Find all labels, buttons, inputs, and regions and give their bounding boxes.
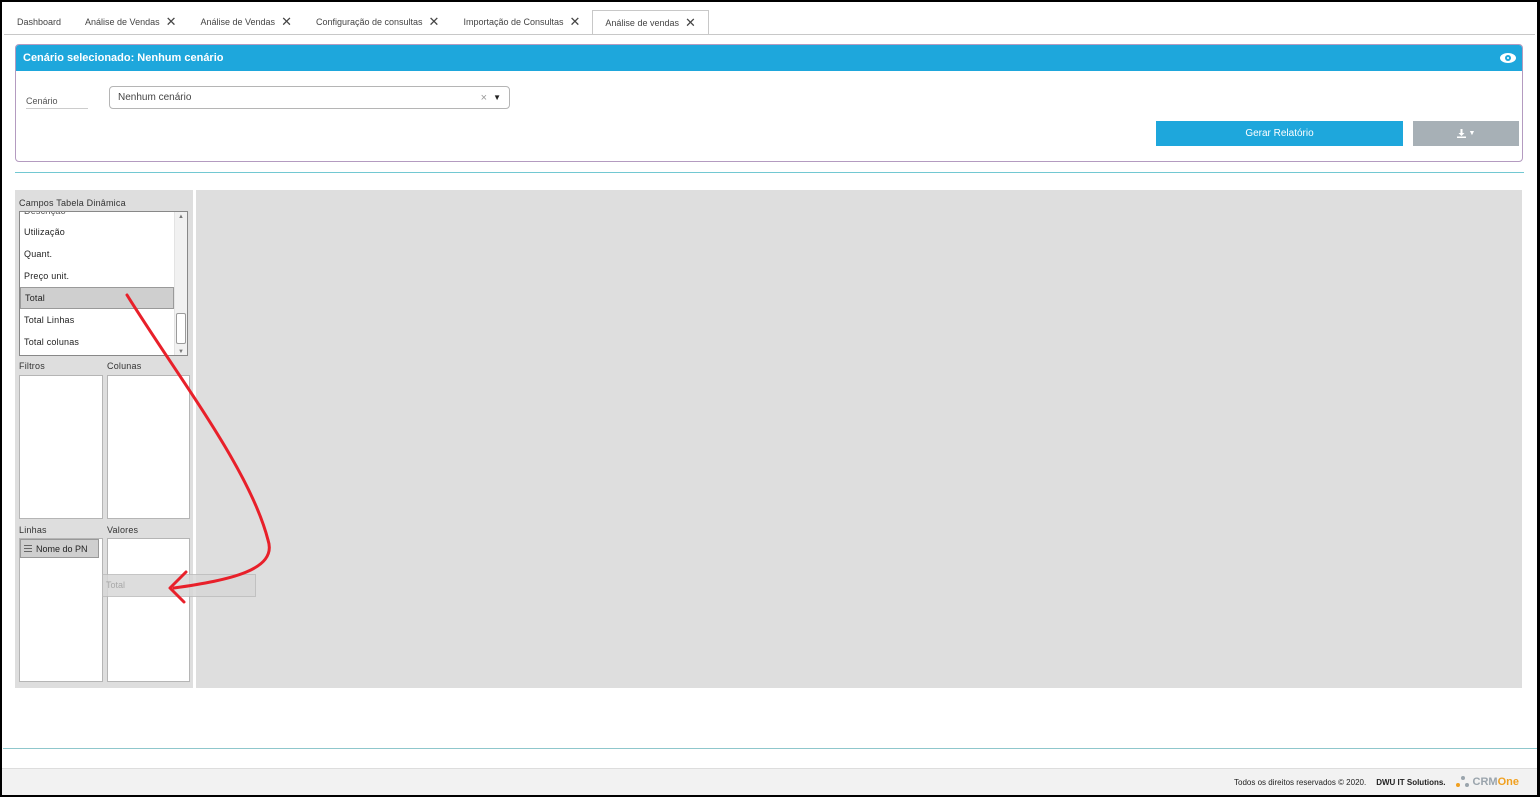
logo-text: CRM — [1472, 776, 1498, 788]
dragging-field-ghost[interactable]: Total — [102, 574, 256, 597]
footer-rights: Todos os direitos reservados © 2020. — [1234, 777, 1367, 787]
eye-icon[interactable] — [1500, 53, 1516, 63]
pivot-field-list[interactable]: Descrição Utilização Quant. Preço unit. … — [19, 211, 188, 356]
pivot-field-item[interactable]: Quant. — [20, 243, 174, 265]
tab-label: Análise de Vendas — [85, 16, 160, 27]
tab-label: Análise de vendas — [605, 17, 679, 28]
pivot-field-item[interactable]: Total Linhas — [20, 309, 174, 331]
columns-drop-zone[interactable] — [107, 375, 190, 519]
pivot-field-item[interactable]: Utilização — [20, 221, 174, 243]
generate-report-button[interactable]: Gerar Relatório — [1156, 121, 1403, 146]
footer: Todos os direitos reservados © 2020. DWU… — [2, 768, 1537, 795]
caret-down-icon[interactable]: ▼ — [493, 93, 501, 102]
values-zone-label: Valores — [107, 525, 139, 535]
pivot-field-panel: Campos Tabela Dinâmica Descrição Utiliza… — [15, 190, 193, 688]
clear-icon[interactable]: × — [481, 92, 487, 104]
close-icon[interactable]: ✕ — [166, 15, 177, 28]
tab-label: Configuração de consultas — [315, 16, 423, 27]
pivot-field-item[interactable]: Total colunas — [20, 331, 174, 353]
tab-label: Análise de Vendas — [200, 16, 276, 27]
pivot-fields-title: Campos Tabela Dinâmica — [19, 198, 126, 208]
scroll-up-icon[interactable]: ▲ — [178, 214, 184, 220]
scenario-panel-header: Cenário selecionado: Nenhum cenário — [16, 45, 1522, 71]
logo-text-accent: One — [1497, 776, 1519, 788]
scroll-down-icon[interactable]: ▼ — [178, 349, 184, 355]
pivot-table-area — [196, 190, 1522, 688]
tab-bar: Dashboard Análise de Vendas ✕ Análise de … — [5, 9, 709, 35]
filters-drop-zone[interactable] — [19, 375, 103, 519]
pivot-field-item-selected[interactable]: Total — [20, 287, 174, 309]
values-drop-zone[interactable] — [107, 538, 190, 682]
close-icon[interactable]: ✕ — [429, 15, 440, 28]
tab-divider — [4, 34, 1535, 35]
caret-down-icon: ▼ — [1468, 130, 1476, 137]
tab-importacao-consultas[interactable]: Importação de Consultas ✕ — [451, 9, 592, 34]
tab-configuracao-consultas[interactable]: Configuração de consultas ✕ — [304, 9, 451, 34]
close-icon[interactable]: ✕ — [570, 15, 581, 28]
filters-zone-label: Filtros — [19, 361, 45, 371]
pivot-field-item[interactable]: Preço unit. — [20, 265, 174, 287]
tab-dashboard[interactable]: Dashboard — [5, 9, 73, 34]
field-list-scrollbar[interactable]: ▲ ▼ — [174, 212, 187, 355]
tab-label: Dashboard — [17, 16, 62, 27]
footer-company: DWU IT Solutions. — [1376, 777, 1446, 787]
rows-drop-zone[interactable]: Nome do PN — [19, 538, 103, 682]
scenario-label: Cenário — [26, 96, 88, 109]
scenario-header-title: Cenário selecionado: Nenhum cenário — [23, 52, 224, 64]
scenario-select-value: Nenhum cenário — [118, 92, 192, 103]
section-divider — [15, 172, 1524, 173]
logo-dots-icon — [1455, 776, 1470, 788]
rows-zone-label: Linhas — [19, 525, 47, 535]
download-dropdown-button[interactable]: ▼ — [1413, 121, 1519, 146]
scenario-panel: Cenário selecionado: Nenhum cenário Cená… — [15, 44, 1523, 162]
tab-label: Importação de Consultas — [463, 16, 564, 27]
rows-field-chip[interactable]: Nome do PN — [20, 539, 99, 558]
scrollbar-thumb[interactable] — [176, 313, 186, 344]
close-icon[interactable]: ✕ — [685, 16, 696, 29]
rows-chip-label: Nome do PN — [36, 543, 88, 554]
footer-divider — [3, 748, 1537, 749]
crmone-logo: CRMOne — [1455, 776, 1519, 788]
tab-analise-vendas-2[interactable]: Análise de Vendas ✕ — [189, 9, 304, 34]
tab-analise-vendas-1[interactable]: Análise de Vendas ✕ — [73, 9, 188, 34]
tab-analise-vendas-active[interactable]: Análise de vendas ✕ — [592, 10, 709, 35]
columns-zone-label: Colunas — [107, 361, 142, 371]
grip-icon — [24, 545, 32, 552]
scenario-select[interactable]: Nenhum cenário × ▼ — [109, 86, 510, 109]
download-icon — [1456, 129, 1466, 138]
close-icon[interactable]: ✕ — [281, 15, 292, 28]
